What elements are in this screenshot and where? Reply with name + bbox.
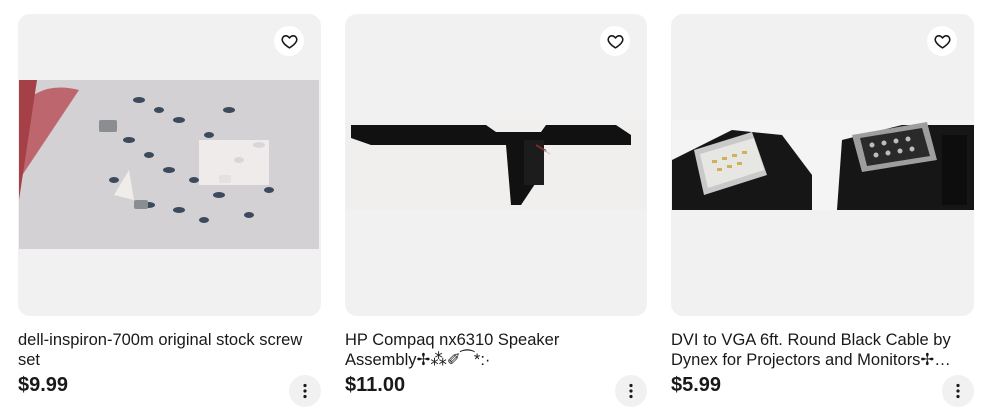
listing-price: $11.00	[345, 374, 406, 396]
heart-icon	[606, 34, 624, 49]
listing-image[interactable]	[671, 14, 974, 316]
favorite-button[interactable]	[600, 26, 630, 56]
more-vertical-icon	[303, 383, 307, 399]
more-options-button[interactable]	[615, 375, 647, 407]
listing-price: $5.99	[671, 374, 722, 396]
listing-title[interactable]: HP Compaq nx6310 Speaker Assembly✢⁂✐⁀*:·	[345, 330, 647, 370]
listing-card[interactable]: DVI to VGA 6ft. Round Black Cable by Dyn…	[671, 14, 974, 417]
speaker-assembly-photo	[346, 120, 646, 210]
listing-card[interactable]: HP Compaq nx6310 Speaker Assembly✢⁂✐⁀*:·…	[345, 14, 647, 417]
more-vertical-icon	[629, 383, 633, 399]
screw-set-photo	[19, 80, 319, 249]
cable-photo	[672, 120, 974, 210]
listing-price: $9.99	[18, 374, 69, 396]
more-vertical-icon	[956, 383, 960, 399]
more-options-button[interactable]	[942, 375, 974, 407]
more-options-button[interactable]	[289, 375, 321, 407]
listing-image[interactable]	[345, 14, 647, 316]
heart-icon	[280, 34, 298, 49]
favorite-button[interactable]	[927, 26, 957, 56]
favorite-button[interactable]	[274, 26, 304, 56]
listing-card[interactable]: dell-inspiron-700m original stock screw …	[18, 14, 321, 417]
listing-title[interactable]: DVI to VGA 6ft. Round Black Cable by Dyn…	[671, 330, 974, 370]
listing-title[interactable]: dell-inspiron-700m original stock screw …	[18, 330, 321, 370]
listing-image[interactable]	[18, 14, 321, 316]
heart-icon	[933, 34, 951, 49]
